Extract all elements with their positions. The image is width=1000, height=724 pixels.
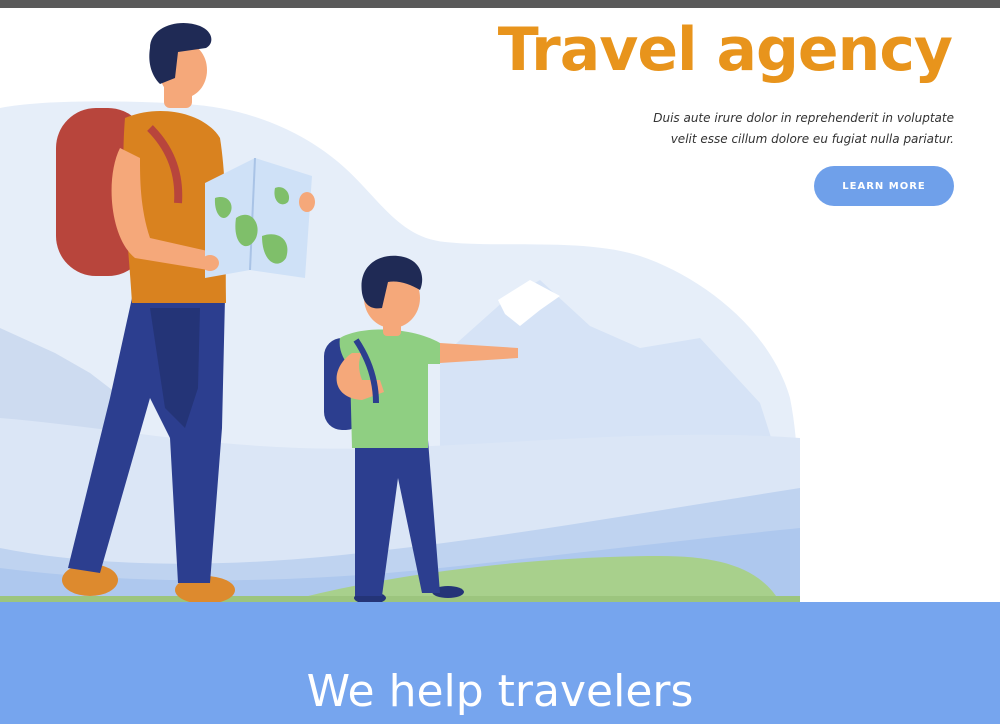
banner-title: We help travelers — [306, 666, 694, 717]
page-title: Travel agency — [497, 15, 953, 85]
tagline-line-1: Duis aute irure dolor in reprehenderit i… — [653, 111, 954, 125]
tagline-line-2: velit esse cillum dolore eu fugiat nulla… — [670, 132, 954, 146]
hero-tagline: Duis aute irure dolor in reprehenderit i… — [534, 108, 954, 150]
learn-more-button[interactable]: LEARN MORE — [814, 166, 954, 206]
hero-illustration — [0, 22, 800, 602]
services-banner: We help travelers — [0, 602, 1000, 724]
top-browser-strip — [0, 0, 1000, 8]
hero-section: Travel agency Duis aute irure dolor in r… — [0, 8, 1000, 602]
